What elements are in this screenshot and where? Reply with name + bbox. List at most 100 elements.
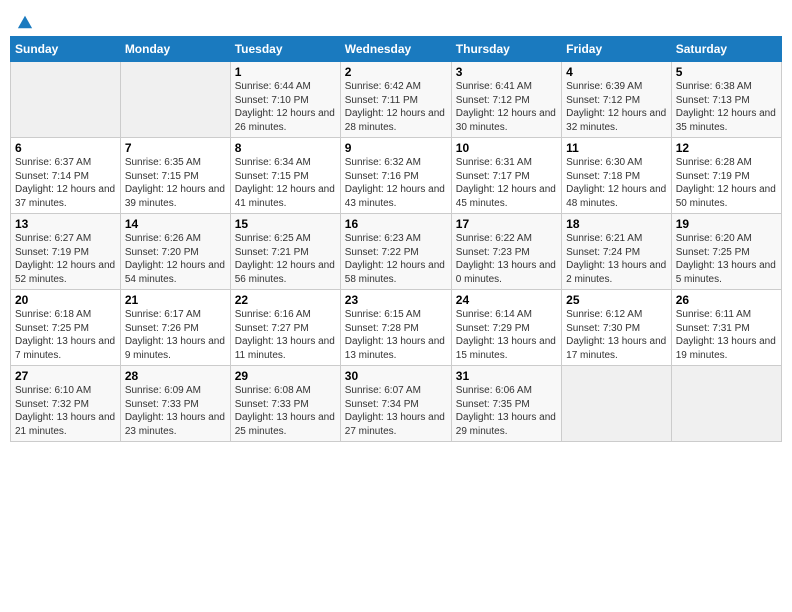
calendar-cell: 26Sunrise: 6:11 AM Sunset: 7:31 PM Dayli… — [671, 290, 781, 366]
day-info: Sunrise: 6:41 AM Sunset: 7:12 PM Dayligh… — [456, 80, 557, 134]
day-number: 12 — [676, 141, 777, 155]
day-number: 30 — [345, 369, 447, 383]
day-info: Sunrise: 6:25 AM Sunset: 7:21 PM Dayligh… — [235, 232, 336, 286]
calendar-cell — [671, 366, 781, 442]
day-number: 4 — [566, 65, 667, 79]
day-info: Sunrise: 6:15 AM Sunset: 7:28 PM Dayligh… — [345, 308, 447, 362]
day-info: Sunrise: 6:28 AM Sunset: 7:19 PM Dayligh… — [676, 156, 777, 210]
calendar-cell: 21Sunrise: 6:17 AM Sunset: 7:26 PM Dayli… — [120, 290, 230, 366]
day-info: Sunrise: 6:27 AM Sunset: 7:19 PM Dayligh… — [15, 232, 116, 286]
calendar-cell: 11Sunrise: 6:30 AM Sunset: 7:18 PM Dayli… — [562, 138, 672, 214]
day-number: 10 — [456, 141, 557, 155]
day-number: 5 — [676, 65, 777, 79]
calendar-cell: 2Sunrise: 6:42 AM Sunset: 7:11 PM Daylig… — [340, 62, 451, 138]
day-number: 22 — [235, 293, 336, 307]
day-number: 7 — [125, 141, 226, 155]
day-info: Sunrise: 6:42 AM Sunset: 7:11 PM Dayligh… — [345, 80, 447, 134]
day-number: 15 — [235, 217, 336, 231]
calendar-cell: 31Sunrise: 6:06 AM Sunset: 7:35 PM Dayli… — [451, 366, 561, 442]
calendar-cell: 28Sunrise: 6:09 AM Sunset: 7:33 PM Dayli… — [120, 366, 230, 442]
calendar-header-wednesday: Wednesday — [340, 37, 451, 62]
day-info: Sunrise: 6:26 AM Sunset: 7:20 PM Dayligh… — [125, 232, 226, 286]
day-info: Sunrise: 6:31 AM Sunset: 7:17 PM Dayligh… — [456, 156, 557, 210]
calendar-header-saturday: Saturday — [671, 37, 781, 62]
calendar-cell: 27Sunrise: 6:10 AM Sunset: 7:32 PM Dayli… — [11, 366, 121, 442]
day-number: 27 — [15, 369, 116, 383]
calendar-cell: 16Sunrise: 6:23 AM Sunset: 7:22 PM Dayli… — [340, 214, 451, 290]
calendar-cell: 12Sunrise: 6:28 AM Sunset: 7:19 PM Dayli… — [671, 138, 781, 214]
day-info: Sunrise: 6:10 AM Sunset: 7:32 PM Dayligh… — [15, 384, 116, 438]
calendar-header-thursday: Thursday — [451, 37, 561, 62]
day-info: Sunrise: 6:34 AM Sunset: 7:15 PM Dayligh… — [235, 156, 336, 210]
calendar-cell: 5Sunrise: 6:38 AM Sunset: 7:13 PM Daylig… — [671, 62, 781, 138]
day-info: Sunrise: 6:35 AM Sunset: 7:15 PM Dayligh… — [125, 156, 226, 210]
calendar-table: SundayMondayTuesdayWednesdayThursdayFrid… — [10, 36, 782, 442]
calendar-cell: 3Sunrise: 6:41 AM Sunset: 7:12 PM Daylig… — [451, 62, 561, 138]
page-header — [10, 10, 782, 30]
calendar-cell: 19Sunrise: 6:20 AM Sunset: 7:25 PM Dayli… — [671, 214, 781, 290]
logo — [14, 10, 34, 30]
day-info: Sunrise: 6:39 AM Sunset: 7:12 PM Dayligh… — [566, 80, 667, 134]
calendar-cell — [11, 62, 121, 138]
calendar-cell: 22Sunrise: 6:16 AM Sunset: 7:27 PM Dayli… — [230, 290, 340, 366]
day-info: Sunrise: 6:20 AM Sunset: 7:25 PM Dayligh… — [676, 232, 777, 286]
day-info: Sunrise: 6:21 AM Sunset: 7:24 PM Dayligh… — [566, 232, 667, 286]
day-info: Sunrise: 6:06 AM Sunset: 7:35 PM Dayligh… — [456, 384, 557, 438]
calendar-header-friday: Friday — [562, 37, 672, 62]
day-number: 31 — [456, 369, 557, 383]
calendar-cell: 20Sunrise: 6:18 AM Sunset: 7:25 PM Dayli… — [11, 290, 121, 366]
day-number: 21 — [125, 293, 226, 307]
day-info: Sunrise: 6:37 AM Sunset: 7:14 PM Dayligh… — [15, 156, 116, 210]
day-number: 29 — [235, 369, 336, 383]
calendar-cell: 14Sunrise: 6:26 AM Sunset: 7:20 PM Dayli… — [120, 214, 230, 290]
day-number: 11 — [566, 141, 667, 155]
day-number: 9 — [345, 141, 447, 155]
day-info: Sunrise: 6:44 AM Sunset: 7:10 PM Dayligh… — [235, 80, 336, 134]
day-number: 3 — [456, 65, 557, 79]
calendar-cell: 10Sunrise: 6:31 AM Sunset: 7:17 PM Dayli… — [451, 138, 561, 214]
calendar-cell: 1Sunrise: 6:44 AM Sunset: 7:10 PM Daylig… — [230, 62, 340, 138]
calendar-week-row: 6Sunrise: 6:37 AM Sunset: 7:14 PM Daylig… — [11, 138, 782, 214]
day-info: Sunrise: 6:09 AM Sunset: 7:33 PM Dayligh… — [125, 384, 226, 438]
day-info: Sunrise: 6:17 AM Sunset: 7:26 PM Dayligh… — [125, 308, 226, 362]
day-number: 25 — [566, 293, 667, 307]
calendar-cell: 23Sunrise: 6:15 AM Sunset: 7:28 PM Dayli… — [340, 290, 451, 366]
day-info: Sunrise: 6:07 AM Sunset: 7:34 PM Dayligh… — [345, 384, 447, 438]
calendar-cell: 9Sunrise: 6:32 AM Sunset: 7:16 PM Daylig… — [340, 138, 451, 214]
day-number: 28 — [125, 369, 226, 383]
calendar-header-tuesday: Tuesday — [230, 37, 340, 62]
calendar-header-sunday: Sunday — [11, 37, 121, 62]
logo-icon — [16, 14, 34, 30]
day-number: 2 — [345, 65, 447, 79]
calendar-cell — [120, 62, 230, 138]
calendar-week-row: 13Sunrise: 6:27 AM Sunset: 7:19 PM Dayli… — [11, 214, 782, 290]
day-number: 24 — [456, 293, 557, 307]
day-number: 23 — [345, 293, 447, 307]
day-number: 18 — [566, 217, 667, 231]
calendar-cell: 17Sunrise: 6:22 AM Sunset: 7:23 PM Dayli… — [451, 214, 561, 290]
calendar-cell — [562, 366, 672, 442]
calendar-cell: 25Sunrise: 6:12 AM Sunset: 7:30 PM Dayli… — [562, 290, 672, 366]
day-number: 8 — [235, 141, 336, 155]
day-info: Sunrise: 6:30 AM Sunset: 7:18 PM Dayligh… — [566, 156, 667, 210]
calendar-cell: 24Sunrise: 6:14 AM Sunset: 7:29 PM Dayli… — [451, 290, 561, 366]
day-info: Sunrise: 6:08 AM Sunset: 7:33 PM Dayligh… — [235, 384, 336, 438]
calendar-cell: 7Sunrise: 6:35 AM Sunset: 7:15 PM Daylig… — [120, 138, 230, 214]
calendar-cell: 6Sunrise: 6:37 AM Sunset: 7:14 PM Daylig… — [11, 138, 121, 214]
day-number: 26 — [676, 293, 777, 307]
day-info: Sunrise: 6:16 AM Sunset: 7:27 PM Dayligh… — [235, 308, 336, 362]
day-info: Sunrise: 6:23 AM Sunset: 7:22 PM Dayligh… — [345, 232, 447, 286]
day-number: 19 — [676, 217, 777, 231]
day-number: 20 — [15, 293, 116, 307]
calendar-week-row: 1Sunrise: 6:44 AM Sunset: 7:10 PM Daylig… — [11, 62, 782, 138]
calendar-cell: 8Sunrise: 6:34 AM Sunset: 7:15 PM Daylig… — [230, 138, 340, 214]
day-number: 14 — [125, 217, 226, 231]
day-info: Sunrise: 6:38 AM Sunset: 7:13 PM Dayligh… — [676, 80, 777, 134]
day-info: Sunrise: 6:18 AM Sunset: 7:25 PM Dayligh… — [15, 308, 116, 362]
day-info: Sunrise: 6:32 AM Sunset: 7:16 PM Dayligh… — [345, 156, 447, 210]
calendar-cell: 29Sunrise: 6:08 AM Sunset: 7:33 PM Dayli… — [230, 366, 340, 442]
calendar-cell: 15Sunrise: 6:25 AM Sunset: 7:21 PM Dayli… — [230, 214, 340, 290]
calendar-week-row: 20Sunrise: 6:18 AM Sunset: 7:25 PM Dayli… — [11, 290, 782, 366]
day-number: 1 — [235, 65, 336, 79]
day-number: 6 — [15, 141, 116, 155]
